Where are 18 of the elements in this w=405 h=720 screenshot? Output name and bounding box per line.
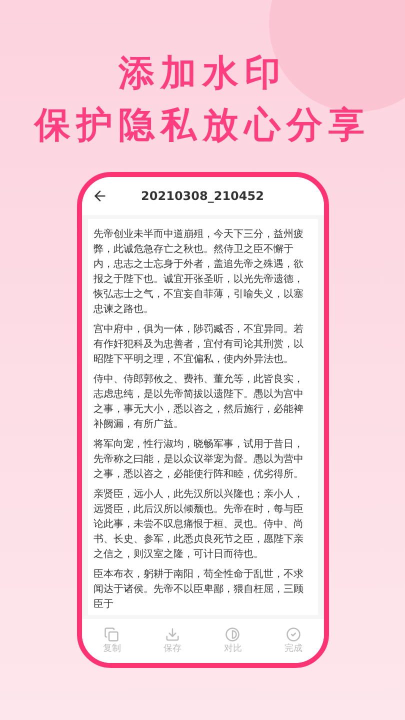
back-icon[interactable] — [92, 188, 108, 204]
paragraph-text: 先帝创业未半而中道崩殂，今天下三分，益州疲弊，此诚危急存亡之秋也。然侍卫之臣不懈于内，忠志之士忘身于外者，盖追先帝之殊遇，欲报之于陛下也。诚宜开张圣听，以光先帝遗德，恢弘志士之气，不宜妄自菲薄，引喻失义，以塞忠谏之路也。 — [94, 228, 304, 317]
copy-icon — [104, 627, 120, 642]
paragraph-text: 臣本布衣，躬耕于南阳，苟全性命于乱世，不求闻达于诸侯。先帝不以臣卑鄙，猥自枉屈，三顾臣于 — [94, 568, 304, 612]
image-title: 20210308_210452 — [140, 188, 265, 205]
paragraph-text: 侍中、侍郎郭攸之、费祎、董允等，此皆良实，志虑忠纯，是以先帝简拔以遗陛下。愚以为宫中之事，事无大小，悉以咨之，然后施行，必能裨补阙漏，有所广益。 — [94, 372, 304, 432]
paragraph-text: 将军向宠，性行淑均，晓畅军事，试用于昔日，先帝称之曰能，是以众议举宠为督。愚以为营中之事，悉以咨之，必能使行阵和睦，优劣得所。 — [94, 438, 304, 482]
toolbar-button[interactable]: 复制 — [102, 627, 121, 655]
headline-text: 保护隐私放心分享 — [34, 104, 370, 148]
toolbar-button[interactable]: 对比 — [224, 627, 242, 655]
paragraph-text: 宫中府中，俱为一体，陟罚臧否，不宜异同。若有作奸犯科及为忠善者，宜付有司论其刑赏，以昭陛下平明之理，不宜偏私，使内外异法也。 — [94, 322, 304, 367]
check-circle-icon — [286, 627, 301, 642]
headline-text: 添加水印 — [118, 52, 286, 96]
paragraph-text: 亲贤臣，远小人，此先汉所以兴隆也；亲小人，远贤臣，此后汉所以倾颓也。先帝在时，每与臣论此事，未尝不叹息痛恨于桓、灵也。侍中、尚书、长史、参军，此悉贞良死节之臣，愿陛下亲之信之，则汉室之隆，可计日而待也。 — [94, 488, 304, 562]
toolbar-button[interactable]: 完成 — [284, 627, 302, 655]
contrast-icon — [225, 627, 240, 642]
toolbar-button[interactable]: 保存 — [163, 627, 182, 655]
download-icon — [164, 627, 180, 642]
